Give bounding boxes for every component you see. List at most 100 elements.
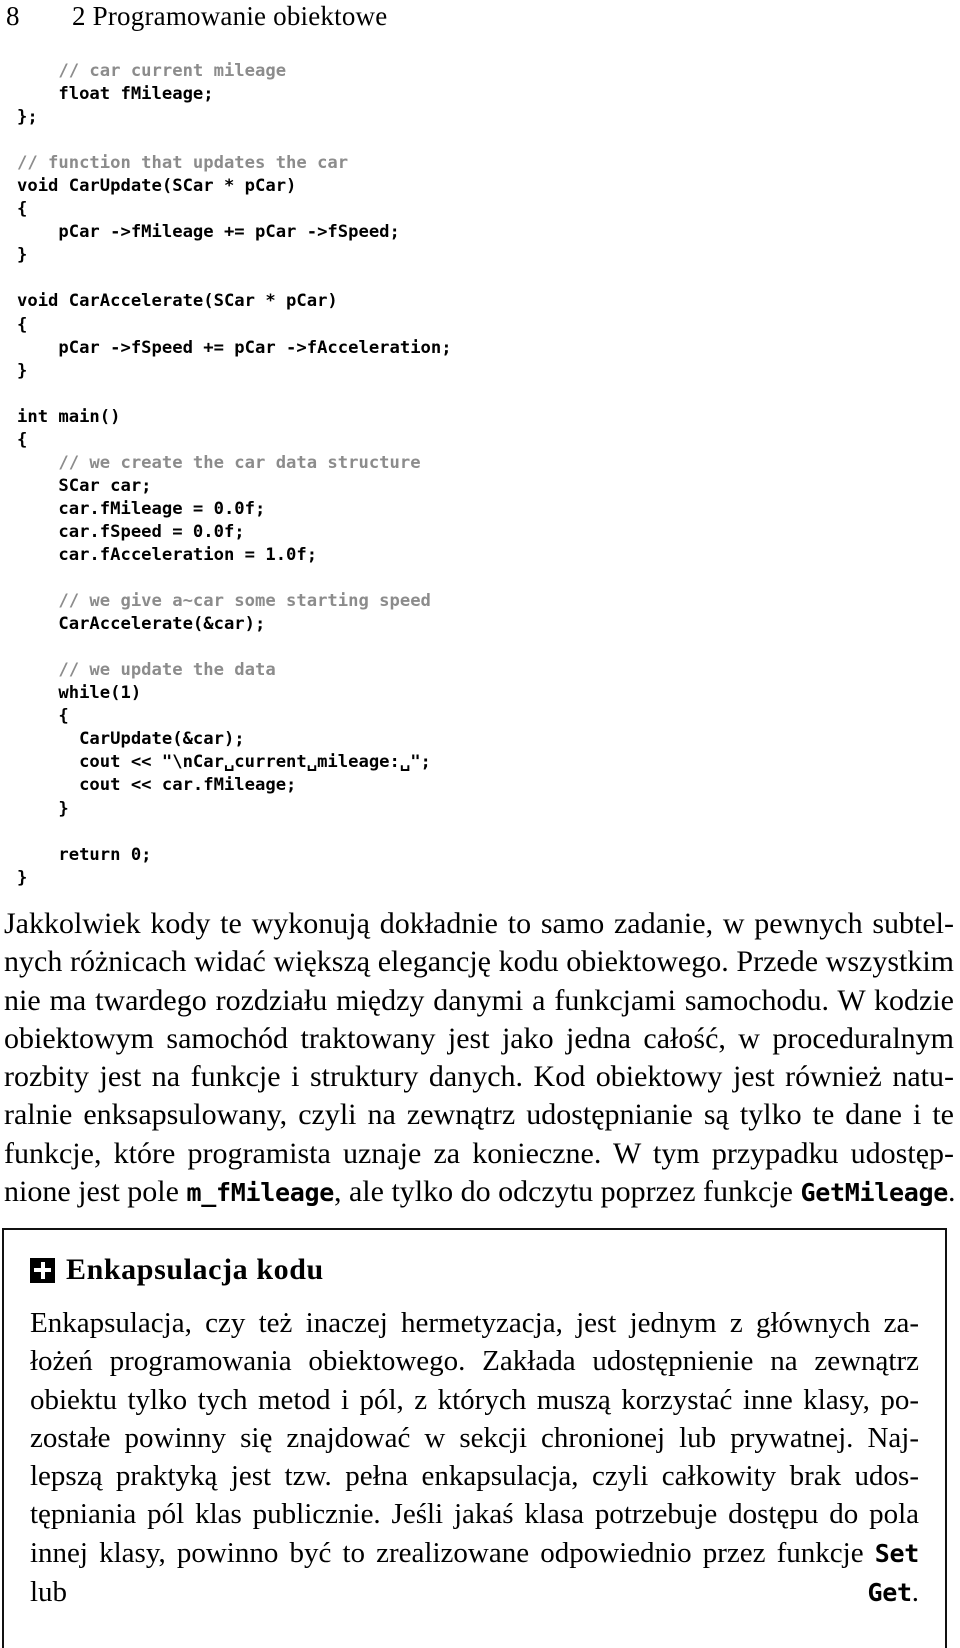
- page-number: 8: [6, 1, 20, 31]
- code-line: void CarAccelerate(SCar * pCar): [0, 290, 960, 313]
- code-line: // we update the data: [0, 659, 960, 682]
- code-line: {: [0, 198, 960, 221]
- code-text: CarUpdate(&car);: [17, 729, 245, 750]
- code-line: {: [0, 314, 960, 337]
- code-text: {: [17, 199, 28, 220]
- code-line: int main(): [0, 406, 960, 429]
- code-text: car.fAcceleration = 1.0f;: [17, 544, 318, 565]
- code-line: // we give a~car some starting speed: [0, 590, 960, 613]
- code-line: pCar ->fMileage += pCar ->fSpeed;: [0, 221, 960, 244]
- inline-code-getmileage: GetMileage: [800, 1178, 948, 1208]
- code-text: }: [17, 245, 28, 266]
- prose-line: nione jest pole m_fMileage, ale tylko do…: [4, 1173, 956, 1212]
- prose-line: obiektowym samochód traktowany jest jako…: [4, 1021, 954, 1055]
- code-text: int main(): [17, 406, 121, 427]
- code-text: car.fMileage = 0.0f;: [17, 498, 266, 519]
- code-comment: // we update the data: [17, 660, 276, 681]
- code-line: {: [0, 705, 960, 728]
- code-text: car.fSpeed = 0.0f;: [17, 521, 245, 542]
- code-text: CarAccelerate(&car);: [17, 614, 266, 635]
- code-line: car.fAcceleration = 1.0f;: [0, 544, 960, 567]
- code-line: }: [0, 798, 960, 821]
- callout-heading-label: Enkapsulacja kodu: [66, 1253, 324, 1286]
- callout-text-fragment: .: [911, 1576, 919, 1609]
- code-line: car.fMileage = 0.0f;: [0, 498, 960, 521]
- code-line: CarUpdate(&car);: [0, 728, 960, 751]
- code-text: };: [17, 107, 38, 128]
- document-page: 8 2 Programowanie obiektowe // car curre…: [0, 0, 960, 1648]
- code-line: }: [0, 867, 960, 890]
- callout-line: lub Get.: [30, 1573, 919, 1612]
- code-text: }: [17, 867, 28, 888]
- callout-line: lepszą praktyką jest tzw. pełna enkapsul…: [30, 1460, 919, 1493]
- prose-line: Jakkolwiek kody te wykonują dokładnie to…: [4, 907, 954, 940]
- code-text: SCar car;: [17, 475, 152, 496]
- prose-line: nych różnicach widać większą elegancję k…: [4, 945, 954, 979]
- prose-line: rozbity jest na funkcje i struktury dany…: [4, 1060, 954, 1094]
- page-header: 8 2 Programowanie obiektowe: [0, 0, 960, 44]
- code-line: SCar car;: [0, 475, 960, 498]
- code-line: // we create the car data structure: [0, 452, 960, 475]
- code-line: {: [0, 429, 960, 452]
- plus-square-icon: [30, 1257, 55, 1283]
- code-text: }: [17, 798, 69, 819]
- code-line: pCar ->fSpeed += pCar ->fAcceleration;: [0, 337, 960, 360]
- callout-box: Enkapsulacja kodu Enkapsulacja, czy też …: [2, 1228, 947, 1648]
- code-line: }: [0, 360, 960, 383]
- prose-line: ralnie enksapsulowany, czyli na zewnątrz…: [4, 1098, 954, 1132]
- inline-code-set: Set: [874, 1538, 920, 1568]
- body-paragraph: Jakkolwiek kody te wykonują dokładnie to…: [4, 905, 956, 1212]
- callout-line: obiektu tylko tych metod i pól, z któryc…: [30, 1383, 919, 1416]
- code-line: while(1): [0, 682, 960, 705]
- code-text: void CarAccelerate(SCar * pCar): [17, 291, 338, 312]
- code-line: CarAccelerate(&car);: [0, 613, 960, 636]
- code-text: {: [17, 314, 28, 335]
- prose-text-fragment: , ale tylko do odczytu poprzez funkcje: [333, 1175, 801, 1209]
- prose-line: nie ma twardego rozdziału między danymi …: [4, 983, 954, 1017]
- code-comment: // we create the car data structure: [17, 452, 421, 473]
- code-comment: // car current mileage: [17, 61, 287, 81]
- code-comment: // we give a~car some starting speed: [17, 591, 431, 612]
- code-text: float fMileage;: [17, 84, 214, 105]
- code-text: cout << "\nCar␣current␣mileage:␣";: [17, 752, 431, 773]
- callout-line: innej klasy, powinno być to zrealizowane…: [30, 1534, 919, 1573]
- prose-text-fragment: nione jest pole: [4, 1175, 187, 1209]
- callout-line: Enkapsulacja, czy też inaczej hermetyzac…: [30, 1307, 919, 1339]
- code-line: return 0;: [0, 844, 960, 867]
- code-text: return 0;: [17, 844, 152, 865]
- code-text: {: [17, 706, 69, 727]
- code-line: }: [0, 244, 960, 267]
- callout-text-fragment: lub: [30, 1576, 868, 1609]
- chapter-title: 2 Programowanie obiektowe: [72, 1, 388, 31]
- code-text: cout << car.fMileage;: [17, 775, 297, 796]
- paragraph-text: Jakkolwiek kody te wykonują dokładnie to…: [4, 905, 956, 1212]
- callout-text-fragment: innej klasy, powinno być to zrealizowane…: [30, 1536, 875, 1569]
- code-line: car.fSpeed = 0.0f;: [0, 521, 960, 544]
- code-listing: // car current mileage float fMileage;};…: [0, 60, 960, 890]
- inline-code-m-fmileage: m_fMileage: [186, 1178, 334, 1208]
- code-line: float fMileage;: [0, 83, 960, 106]
- prose-line: funkcje, które programista uznaje za kon…: [4, 1136, 954, 1170]
- code-line: };: [0, 106, 960, 129]
- code-text: while(1): [17, 683, 142, 704]
- callout-body: Enkapsulacja, czy też inaczej hermetyzac…: [30, 1304, 919, 1612]
- prose-text-fragment: .: [948, 1175, 956, 1209]
- code-line: void CarUpdate(SCar * pCar): [0, 175, 960, 198]
- code-line: cout << car.fMileage;: [0, 774, 960, 797]
- code-line: cout << "\nCar␣current␣mileage:␣";: [0, 751, 960, 774]
- callout-line: łożeń programowania obiektowego. Zakłada…: [30, 1345, 919, 1378]
- code-text: pCar ->fMileage += pCar ->fSpeed;: [17, 222, 400, 243]
- code-comment: // function that updates the car: [17, 153, 349, 174]
- code-text: void CarUpdate(SCar * pCar): [17, 176, 297, 197]
- code-line: // car current mileage: [0, 60, 960, 83]
- code-text: {: [17, 429, 28, 450]
- callout-line: tępniania pól klas publicznie. Jeśli jak…: [30, 1498, 919, 1531]
- code-line: // function that updates the car: [0, 152, 960, 175]
- code-text: pCar ->fSpeed += pCar ->fAcceleration;: [17, 337, 452, 358]
- code-text: }: [17, 360, 28, 381]
